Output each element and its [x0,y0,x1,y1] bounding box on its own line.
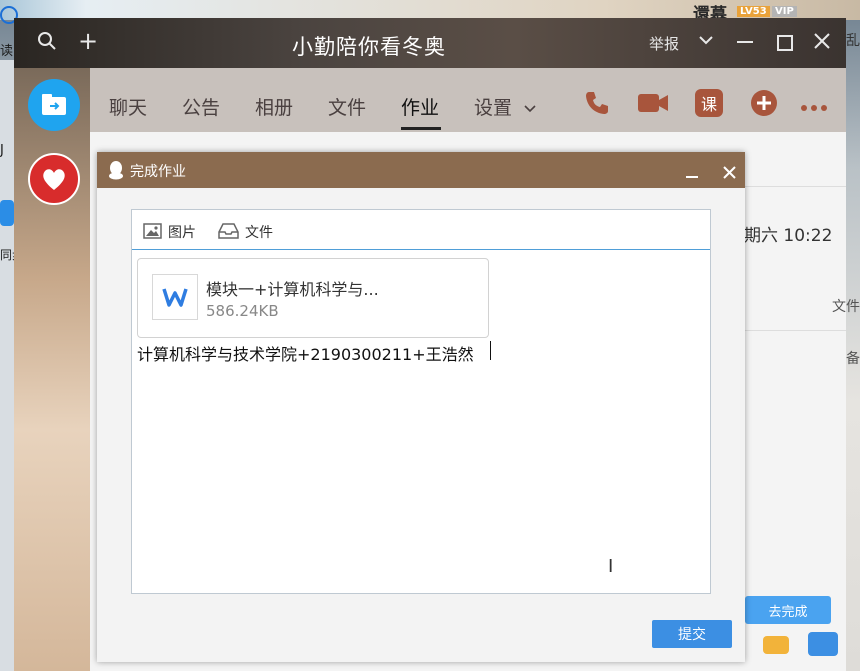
qq-penguin-icon [108,160,124,184]
game-app-icon[interactable] [808,632,838,656]
message-text: 计算机科学与技术学院+2190300211+王浩然 [137,345,474,364]
dialog-minimize-icon[interactable] [686,176,698,178]
insert-file-button[interactable]: 文件 [245,222,273,242]
more-options-icon[interactable] [800,97,828,116]
window-title: 小勤陪你看冬奥 [292,35,446,59]
chevron-down-icon[interactable] [698,32,714,52]
tab-files[interactable]: 文件 [328,93,366,120]
tab-settings[interactable]: 设置 [474,93,512,120]
text-cursor-icon: I [608,556,614,577]
video-call-icon[interactable] [637,91,669,119]
divider [745,186,846,187]
wps-document-icon [152,274,198,320]
minimize-icon[interactable] [737,41,753,43]
file-icon[interactable] [218,223,239,243]
tab-announcement[interactable]: 公告 [182,93,220,120]
dialog-close-icon[interactable] [723,164,736,183]
settings-chevron-down-icon[interactable] [524,99,536,118]
more-apps-plus-icon[interactable] [750,89,778,121]
maximize-icon[interactable] [777,35,793,51]
attachment-name: 模块一+计算机科学与... [206,280,379,299]
vip-badge: VIP [772,6,797,17]
game-controller-icon[interactable] [763,636,789,654]
level-badge: LV53 [737,6,770,17]
background-partial-label: 文件 [832,299,860,315]
text-caret [490,341,491,360]
course-icon[interactable]: 课 [695,89,723,117]
dialog-title-bar [97,152,745,188]
background-partial-label-2: 备 [846,351,860,367]
file-transfer-app-icon[interactable] [28,79,80,131]
add-icon[interactable]: + [78,29,98,53]
close-icon[interactable] [814,33,830,53]
desktop-left-label-2: J [0,143,4,158]
submit-button[interactable]: 提交 [652,620,732,648]
active-tab-underline [401,127,441,130]
search-icon[interactable] [37,31,57,56]
tab-album[interactable]: 相册 [255,93,293,120]
desktop-top-strip [0,0,860,20]
homework-timestamp: 期六 10:22 [744,226,833,246]
report-button[interactable]: 举报 [649,33,679,54]
desktop-partial-label: 乱 [846,33,860,49]
attachment-size: 586.24KB [206,302,279,320]
divider [745,330,846,331]
group-app-icon[interactable] [28,153,80,205]
dialog-title: 完成作业 [130,164,186,180]
tab-homework[interactable]: 作业 [401,93,439,120]
go-complete-button[interactable]: 去完成 [745,596,831,624]
tab-chat[interactable]: 聊天 [109,93,147,120]
insert-image-button[interactable]: 图片 [168,222,196,242]
desktop-sync-icon[interactable] [0,200,14,226]
voice-call-icon[interactable] [583,89,611,121]
image-icon[interactable] [143,223,162,243]
desktop-left-label-1: 读 [0,44,14,59]
